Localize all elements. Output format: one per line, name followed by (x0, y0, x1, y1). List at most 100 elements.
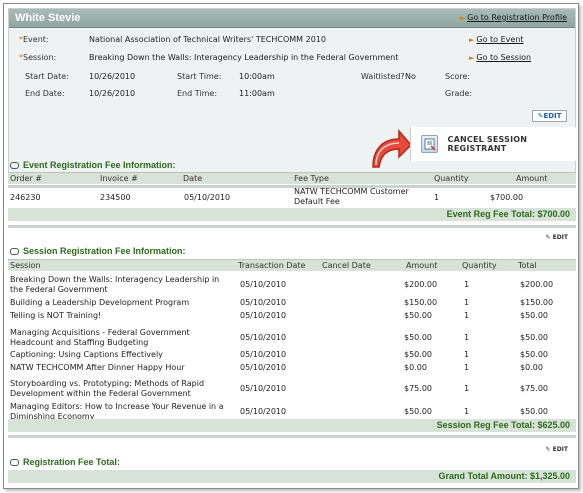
session-amount: $50.00 (404, 350, 432, 359)
arrow-right-icon: ► (469, 36, 475, 44)
cancel-session-registrant-button[interactable]: CANCEL SESSION REGISTRANT (410, 127, 576, 161)
col-fee-type: Fee Type (294, 174, 329, 183)
section-divider (8, 435, 576, 438)
session-total: $50.00 (520, 333, 548, 342)
session-reg-fee-total: Session Reg Fee Total: $625.00 (436, 420, 570, 430)
session-amount: $50.00 (404, 333, 432, 342)
event-label: Event: (23, 35, 49, 44)
cancel-registration-icon (421, 135, 438, 153)
session-fee-title-text: Session Registration Fee Information: (23, 246, 186, 256)
profile-link-label[interactable]: Go to Registration Profile (467, 13, 567, 22)
reg-total-edit-button[interactable]: ✎ EDIT (545, 446, 568, 453)
event-fee-total-bar: Event Reg Fee Total: $700.00 (8, 208, 576, 221)
col-quantity: Quantity (434, 174, 469, 183)
col-transaction-date: Transaction Date (238, 261, 306, 270)
session-total: $0.00 (520, 363, 543, 372)
edit-button-label: EDIT (543, 112, 562, 120)
session-quantity: 1 (464, 298, 470, 307)
grand-total-bar: Grand Total Amount: $1,325.00 (8, 470, 576, 483)
start-date-label: Start Date: (25, 72, 69, 81)
end-time-value: 11:00am (239, 89, 275, 98)
fee-date: 05/10/2010 (184, 193, 231, 202)
transaction-date: 05/10/2010 (240, 311, 287, 320)
section-divider (8, 185, 576, 188)
session-total: $50.00 (520, 311, 548, 320)
go-to-session-link[interactable]: ► Go to Session (469, 53, 531, 62)
order-number: 246230 (10, 193, 41, 202)
transaction-date: 05/10/2010 (240, 350, 287, 359)
event-field-label: *Event: (19, 35, 49, 44)
collapse-section-icon[interactable] (10, 162, 19, 170)
collapse-section-icon[interactable] (10, 459, 19, 467)
grade-label: Grade: (445, 89, 473, 98)
end-time-label: End Time: (177, 89, 218, 98)
registration-fee-total-title: Registration Fee Total: (10, 457, 120, 467)
session-quantity: 1 (464, 384, 470, 393)
invoice-number: 234500 (100, 193, 131, 202)
event-fee-table-header: Order # Invoice # Date Fee Type Quantity… (8, 172, 576, 184)
session-name: Captioning: Using Captions Effectively (10, 350, 163, 359)
session-amount: $50.00 (404, 311, 432, 320)
session-value: Breaking Down the Walls: Interagency Lea… (89, 53, 399, 62)
session-total: $50.00 (520, 350, 548, 359)
col-cancel-date: Cancel Date (322, 261, 371, 270)
edit-pencil-icon: ✎ (545, 446, 551, 453)
end-date-value: 10/26/2010 (89, 89, 136, 98)
session-quantity: 1 (464, 363, 470, 372)
session-quantity: 1 (464, 350, 470, 359)
session-fee-total-bar: Session Reg Fee Total: $625.00 (8, 419, 576, 432)
event-fee-section-title: Event Registration Fee Information: (10, 160, 176, 170)
cancel-session-registrant-label: CANCEL SESSION REGISTRANT (447, 135, 528, 153)
edit-registrant-button[interactable]: ✎EDIT (532, 110, 567, 122)
score-label: Score: (445, 72, 471, 81)
fee-type: NATW TECHCOMM Customer Default Fee (294, 187, 409, 206)
session-total: $50.00 (520, 407, 548, 416)
session-quantity: 1 (464, 333, 470, 342)
col-quantity: Quantity (462, 261, 497, 270)
reg-total-title-text: Registration Fee Total: (23, 457, 120, 467)
event-link-label[interactable]: Go to Event (476, 35, 523, 44)
registrant-header-panel: White Stevie ► Go to Registration Profile… (8, 8, 576, 184)
fee-quantity: 1 (434, 193, 440, 202)
registrant-name: White Stevie (15, 12, 81, 24)
registrant-detail-window: White Stevie ► Go to Registration Profile… (3, 3, 579, 489)
transaction-date: 05/10/2010 (240, 333, 287, 342)
waitlisted-label: Waitlisted? (361, 72, 405, 81)
section-divider (8, 225, 576, 228)
session-name: Building a Leadership Development Progra… (10, 298, 190, 307)
end-date-label: End Date: (25, 89, 65, 98)
transaction-date: 05/10/2010 (240, 280, 287, 289)
edit-label: EDIT (552, 446, 568, 453)
session-name: Storyboarding vs. Prototyping: Methods o… (10, 379, 205, 398)
col-invoice: Invoice # (100, 174, 138, 183)
session-total: $200.00 (520, 280, 554, 289)
session-total: $150.00 (520, 298, 554, 307)
transaction-date: 05/10/2010 (240, 298, 287, 307)
col-total: Total (518, 261, 537, 270)
session-amount: $150.00 (404, 298, 438, 307)
session-link-label[interactable]: Go to Session (476, 53, 531, 62)
session-amount: $200.00 (404, 280, 438, 289)
event-value: National Association of Technical Writer… (89, 35, 326, 44)
edit-pencil-icon: ✎ (545, 234, 551, 241)
session-amount: $0.00 (404, 363, 427, 372)
go-to-event-link[interactable]: ► Go to Event (469, 35, 524, 44)
start-date-value: 10/26/2010 (89, 72, 136, 81)
start-time-value: 10:00am (239, 72, 275, 81)
session-quantity: 1 (464, 280, 470, 289)
session-name: Telling is NOT Training! (10, 311, 102, 320)
edit-label: EDIT (552, 234, 568, 241)
session-field-label: *Session: (19, 53, 56, 62)
col-session: Session (10, 261, 41, 270)
session-amount: $75.00 (404, 384, 432, 393)
collapse-section-icon[interactable] (10, 248, 19, 256)
event-reg-fee-total: Event Reg Fee Total: $700.00 (446, 209, 570, 219)
session-fee-edit-button[interactable]: ✎ EDIT (545, 234, 568, 241)
col-amount: Amount (516, 174, 548, 183)
col-amount: Amount (406, 261, 438, 270)
go-to-registration-profile-link[interactable]: ► Go to Registration Profile (460, 13, 567, 22)
session-quantity: 1 (464, 311, 470, 320)
col-date: Date (183, 174, 203, 183)
curved-arrow-callout-icon (372, 128, 413, 168)
transaction-date: 05/10/2010 (240, 384, 287, 393)
